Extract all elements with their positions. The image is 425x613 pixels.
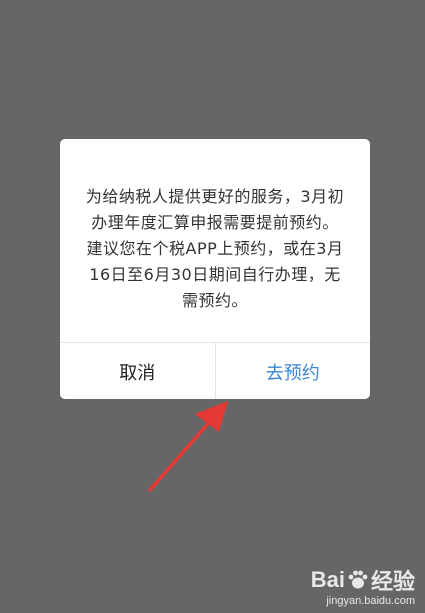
watermark-site: jingyan.baidu.com [326,595,415,607]
watermark-logo: Bai 经验 [311,564,415,596]
paw-icon [348,570,368,589]
watermark-logo-prefix: Bai [310,567,345,592]
annotation-arrow-icon [148,401,228,492]
baidu-jingyan-watermark: Bai 经验 jingyan.baidu.com [311,564,415,607]
watermark-logo-suffix: 经验 [370,569,415,594]
